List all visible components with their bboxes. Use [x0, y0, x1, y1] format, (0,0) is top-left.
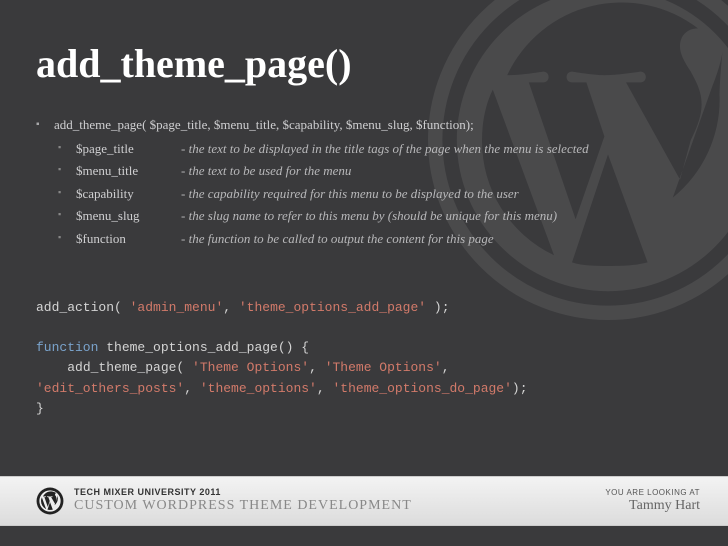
param-desc: - the text to be used for the menu [181, 161, 351, 181]
code-string: 'admin_menu' [130, 300, 224, 315]
signature-line: add_theme_page( $page_title, $menu_title… [36, 115, 692, 248]
footer-left: TECH MIXER UNIVERSITY 2011 CUSTOM WORDPR… [36, 487, 412, 515]
code-token: , [442, 360, 458, 375]
code-string: 'theme_options_add_page' [239, 300, 426, 315]
param-desc: - the slug name to refer to this menu by… [181, 206, 557, 226]
slide-footer: TECH MIXER UNIVERSITY 2011 CUSTOM WORDPR… [0, 476, 728, 526]
code-token: , [317, 381, 333, 396]
code-string: 'edit_others_posts' [36, 381, 184, 396]
param-name: $function [76, 229, 181, 249]
code-token: ); [512, 381, 528, 396]
param-name: $page_title [76, 139, 181, 159]
footer-text-block: TECH MIXER UNIVERSITY 2011 CUSTOM WORDPR… [74, 488, 412, 513]
code-token: add_theme_page( [36, 360, 192, 375]
param-row: $menu_slug- the slug name to refer to th… [54, 206, 692, 226]
footer-presenter-name: Tammy Hart [629, 498, 700, 513]
slide-content: add_theme_page() add_theme_page( $page_t… [0, 0, 728, 419]
code-token: , [309, 360, 325, 375]
param-row: $function- the function to be called to … [54, 229, 692, 249]
code-keyword: function [36, 340, 98, 355]
footer-looking-at-label: YOU ARE LOOKING AT [605, 489, 700, 498]
code-string: 'Theme Options' [192, 360, 309, 375]
code-token: , [184, 381, 200, 396]
wordpress-footer-icon [36, 487, 64, 515]
params-list: $page_title- the text to be displayed in… [54, 139, 692, 249]
code-token: ); [426, 300, 449, 315]
code-block: add_action( 'admin_menu', 'theme_options… [36, 298, 692, 419]
footer-course: CUSTOM WORDPRESS THEME DEVELOPMENT [74, 498, 412, 513]
code-string: 'theme_options_do_page' [332, 381, 511, 396]
param-name: $menu_slug [76, 206, 181, 226]
param-desc: - the capability required for this menu … [181, 184, 519, 204]
footer-right: YOU ARE LOOKING AT Tammy Hart [605, 489, 700, 513]
param-row: $menu_title- the text to be used for the… [54, 161, 692, 181]
outer-bullet-list: add_theme_page( $page_title, $menu_title… [36, 115, 692, 248]
code-string: 'theme_options' [200, 381, 317, 396]
param-desc: - the text to be displayed in the title … [181, 139, 589, 159]
param-name: $menu_title [76, 161, 181, 181]
signature-text: add_theme_page( $page_title, $menu_title… [54, 117, 474, 132]
code-token: theme_options_add_page() { [98, 340, 309, 355]
bottom-band [0, 526, 728, 546]
code-string: 'Theme Options' [325, 360, 442, 375]
param-row: $page_title- the text to be displayed in… [54, 139, 692, 159]
slide-title: add_theme_page() [36, 40, 692, 87]
code-token: , [223, 300, 239, 315]
param-row: $capability- the capability required for… [54, 184, 692, 204]
code-token: add_action( [36, 300, 130, 315]
footer-university: TECH MIXER UNIVERSITY 2011 [74, 488, 412, 498]
param-name: $capability [76, 184, 181, 204]
param-desc: - the function to be called to output th… [181, 229, 494, 249]
code-token: } [36, 401, 44, 416]
